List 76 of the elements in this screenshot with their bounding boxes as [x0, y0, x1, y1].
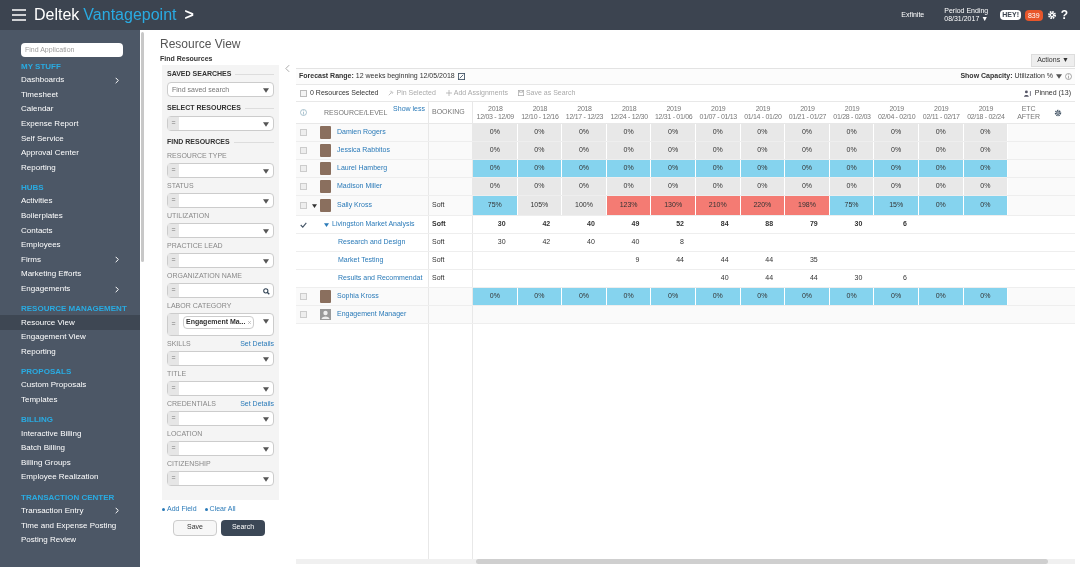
plus-icon	[445, 90, 452, 96]
section-heading: HUBS	[20, 182, 45, 195]
sidebar-item[interactable]: Activities	[0, 194, 140, 209]
sidebar-item[interactable]: Batch Billing	[0, 440, 140, 456]
sidebar-item[interactable]: Reporting	[0, 344, 140, 360]
checkbox[interactable]	[300, 202, 307, 209]
bullet-icon	[204, 507, 208, 511]
help-icon[interactable]: ?	[1060, 6, 1068, 24]
sidebar-item[interactable]: Expense Report	[0, 116, 140, 132]
sidebar-item[interactable]: Boilerplates	[0, 208, 140, 224]
product-name: Vantagepoint	[83, 5, 177, 25]
pin-icon	[388, 90, 395, 96]
sidebar-item[interactable]: Self Service	[0, 131, 140, 146]
search-icon	[263, 288, 270, 295]
section-heading: RESOURCE MANAGEMENT	[20, 303, 128, 316]
edit-icon	[457, 73, 465, 80]
caret-icon	[263, 199, 269, 204]
settings-icon	[1054, 108, 1063, 117]
sidebar-item[interactable]: Dashboards	[0, 73, 140, 88]
caret-icon	[263, 387, 269, 392]
collapse-chevron-icon	[285, 64, 290, 73]
sidebar-item[interactable]: Marketing Efforts	[0, 267, 140, 282]
brand-name: Deltek	[34, 5, 80, 25]
checkbox[interactable]	[300, 129, 307, 136]
caret-icon	[263, 417, 269, 422]
sidebar-item[interactable]: Reporting	[0, 160, 140, 176]
info-icon	[1065, 73, 1072, 80]
sidebar-item[interactable]: Employee Realization	[0, 470, 140, 485]
checkbox[interactable]	[300, 293, 307, 300]
checkbox[interactable]	[300, 89, 307, 97]
floppy-disk-icon	[517, 90, 524, 96]
horizontal-scrollbar[interactable]	[296, 559, 1075, 564]
caret-icon	[263, 122, 269, 127]
menu-icon	[12, 9, 26, 21]
checkbox[interactable]	[300, 147, 307, 154]
caret-icon	[263, 447, 269, 452]
close-icon	[247, 320, 251, 324]
section-heading: BILLING	[20, 414, 54, 427]
caret-icon	[263, 477, 269, 482]
sidebar-item[interactable]: Resource View	[0, 315, 140, 330]
sidebar-item[interactable]: Posting Review	[0, 532, 140, 548]
sidebar-item[interactable]: Contacts	[0, 223, 140, 238]
caret-icon	[263, 357, 269, 362]
expand-toggle-icon[interactable]	[312, 203, 317, 208]
section-heading: TRANSACTION CENTER	[20, 491, 116, 504]
checkbox[interactable]	[300, 165, 307, 172]
sidebar-item[interactable]: Engagement View	[0, 329, 140, 345]
sidebar-item[interactable]: Transaction Entry	[0, 503, 140, 519]
sidebar-item[interactable]: Calendar	[0, 102, 140, 117]
caret-icon	[263, 169, 269, 174]
expand-toggle-icon[interactable]	[324, 222, 329, 227]
info-icon	[300, 109, 307, 116]
caret-icon	[263, 88, 269, 93]
sidebar-item[interactable]: Timesheet	[0, 87, 140, 103]
sidebar-item[interactable]: Interactive Billing	[0, 426, 140, 441]
sidebar-item[interactable]: Firms	[0, 252, 140, 268]
section-heading: MY STUFF	[20, 61, 62, 73]
sidebar-item[interactable]: Custom Proposals	[0, 378, 140, 393]
checkbox[interactable]	[300, 183, 307, 190]
page-title: Resource View	[160, 36, 242, 53]
caret-icon	[1056, 74, 1062, 79]
bullet-icon	[162, 507, 165, 511]
sidebar-item[interactable]: Engagements	[0, 281, 140, 297]
sidebar-item[interactable]: Templates	[0, 392, 140, 408]
sidebar-item[interactable]: Approval Center	[0, 145, 140, 161]
settings-icon	[1046, 10, 1057, 20]
sidebar-item[interactable]: Billing Groups	[0, 455, 140, 471]
section-heading: PROPOSALS	[20, 366, 73, 379]
person-icon	[1023, 89, 1032, 97]
caret-icon	[263, 259, 269, 264]
sidebar-item[interactable]: Employees	[0, 237, 140, 253]
sidebar-item[interactable]: Time and Expense Posting	[0, 518, 140, 533]
breadcrumb-chevron[interactable]: >	[184, 3, 194, 27]
checkbox[interactable]	[300, 311, 307, 318]
caret-icon	[263, 229, 269, 234]
caret-icon	[263, 319, 269, 324]
